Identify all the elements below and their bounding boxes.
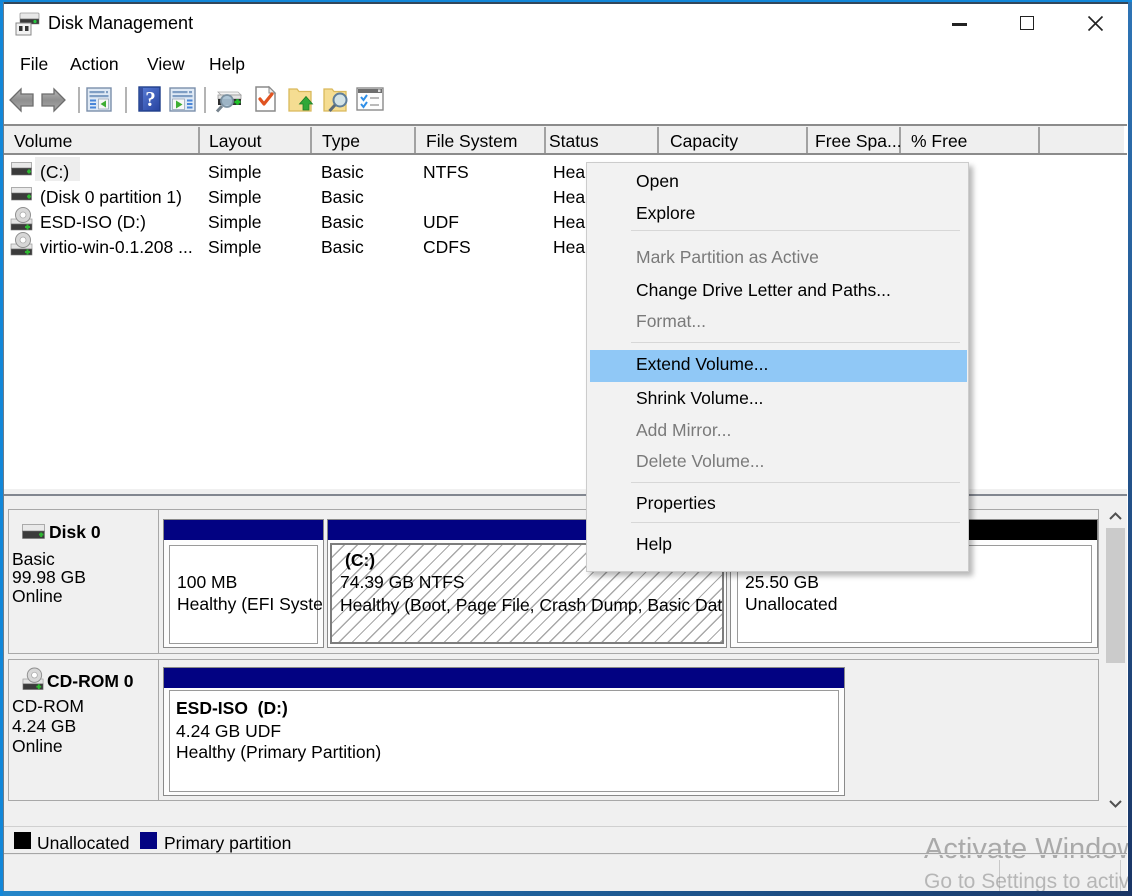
svg-text:?: ? <box>145 87 156 111</box>
